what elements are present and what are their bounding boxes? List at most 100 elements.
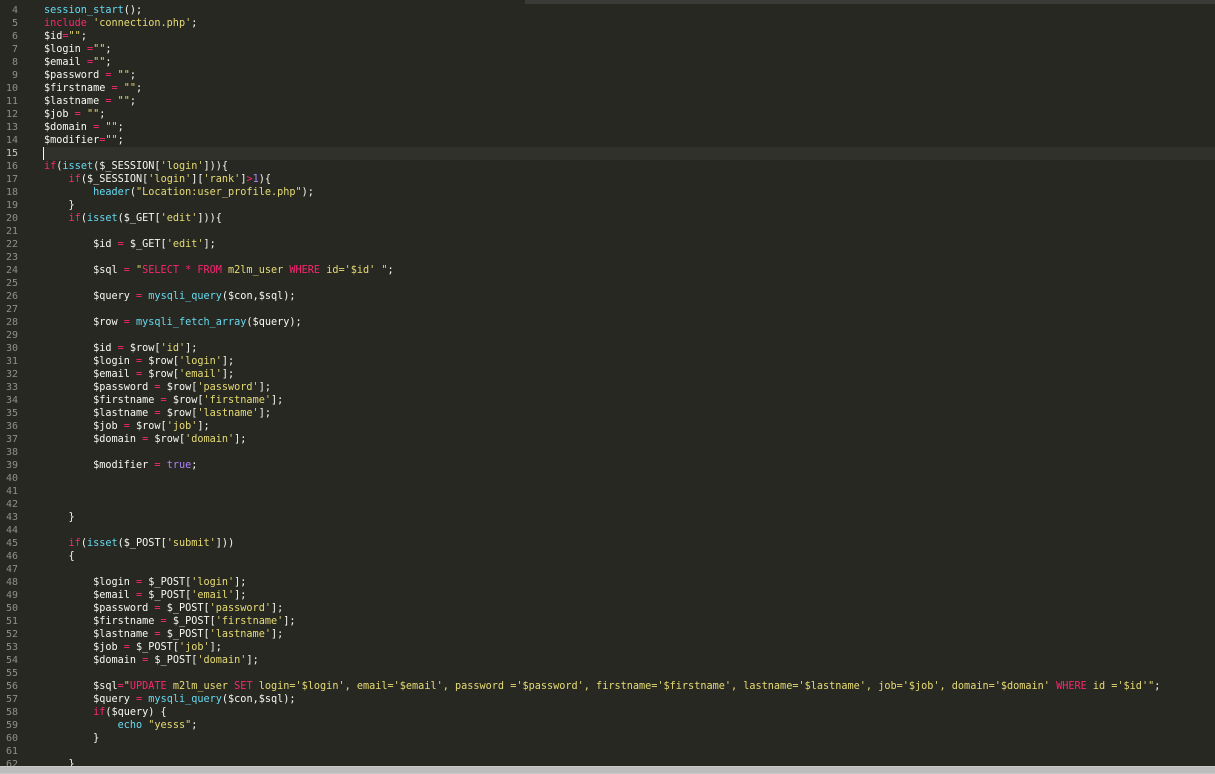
code-line[interactable]: $domain = "";	[44, 121, 1215, 134]
code-token: 'edit'	[166, 239, 204, 250]
code-line[interactable]: $query = mysqli_query($con,$sql);	[44, 693, 1215, 706]
code-line[interactable]: }	[44, 732, 1215, 745]
code-token: $query	[44, 694, 137, 705]
horizontal-scrollbar[interactable]	[0, 766, 1215, 774]
code-line[interactable]	[44, 446, 1215, 459]
code-token: mysqli_query	[148, 291, 222, 302]
code-line[interactable]: $domain = $row['domain'];	[44, 433, 1215, 446]
code-line[interactable]	[44, 667, 1215, 680]
code-token: WHERE	[1056, 681, 1093, 692]
line-number: 45	[5, 538, 18, 549]
code-line[interactable]	[44, 225, 1215, 238]
code-line[interactable]: $firstname = $_POST['firstname'];	[44, 615, 1215, 628]
code-line[interactable]: }	[44, 758, 1215, 766]
line-number: 10	[5, 83, 18, 94]
code-token: $row[	[172, 395, 204, 406]
code-token: =	[93, 122, 106, 133]
scrollbar-thumb[interactable]	[0, 767, 1215, 773]
code-line[interactable]: $id = $_GET['edit'];	[44, 238, 1215, 251]
code-line[interactable]	[44, 251, 1215, 264]
line-number: 13	[5, 122, 18, 133]
code-editor[interactable]: 4 5 6 7 8 9 10 11 12 13 14 15 16 17 18 19 20 21 22 23 24 25 26…	[0, 4, 1215, 766]
code-token: ;	[136, 83, 143, 94]
code-line[interactable]	[44, 472, 1215, 485]
code-token: ];	[203, 239, 216, 250]
code-token: mysqli_query	[148, 694, 222, 705]
code-line[interactable]: $sql = "SELECT * FROM m2lm_user WHERE id…	[44, 264, 1215, 277]
code-line[interactable]: if($_SESSION['login']['rank']>1){	[44, 173, 1215, 186]
code-token: $query	[44, 291, 137, 302]
code-line[interactable]	[44, 329, 1215, 342]
line-number: 4	[11, 5, 18, 16]
code-line[interactable]	[44, 745, 1215, 758]
code-line[interactable]: $domain = $_POST['domain'];	[44, 654, 1215, 667]
code-token: $password	[44, 70, 106, 81]
code-line[interactable]	[44, 485, 1215, 498]
code-token: $row[	[129, 343, 161, 354]
code-line[interactable]: $password = $row['password'];	[44, 381, 1215, 394]
code-line[interactable]: session_start();	[44, 4, 1215, 17]
code-token: ){	[258, 174, 272, 185]
code-line[interactable]: $id="";	[44, 30, 1215, 43]
code-token: ];	[246, 655, 259, 666]
code-line[interactable]: $password = $_POST['password'];	[44, 602, 1215, 615]
code-token: include	[44, 18, 94, 29]
code-line[interactable]: }	[44, 199, 1215, 212]
code-line[interactable]: $sql="UPDATE m2lm_user SET login='$login…	[44, 680, 1215, 693]
line-number: 26	[5, 291, 18, 302]
code-token: if	[68, 213, 81, 224]
line-number: 56	[5, 681, 18, 692]
code-line[interactable]: $email ="";	[44, 56, 1215, 69]
code-line[interactable]: if(isset($_SESSION['login'])){	[44, 160, 1215, 173]
code-line[interactable]	[44, 524, 1215, 537]
code-line[interactable]: $lastname = $_POST['lastname'];	[44, 628, 1215, 641]
code-line[interactable]: if(isset($_POST['submit']))	[44, 537, 1215, 550]
code-token: $row[	[136, 421, 167, 432]
code-line[interactable]: $lastname = $row['lastname'];	[44, 407, 1215, 420]
code-line[interactable]: header("Location:user_profile.php");	[44, 186, 1215, 199]
line-number: 50	[5, 603, 18, 614]
code-line[interactable]	[44, 498, 1215, 511]
code-line[interactable]: $job = $row['job'];	[44, 420, 1215, 433]
code-token: $email	[44, 57, 87, 68]
code-line[interactable]: $id = $row['id'];	[44, 342, 1215, 355]
code-line[interactable]: $firstname = $row['firstname'];	[44, 394, 1215, 407]
code-line[interactable]: $lastname = "";	[44, 95, 1215, 108]
code-line[interactable]: $password = "";	[44, 69, 1215, 82]
code-line[interactable]: echo "yesss";	[44, 719, 1215, 732]
code-token: =	[136, 694, 149, 705]
code-line[interactable]: $login = $row['login'];	[44, 355, 1215, 368]
code-line[interactable]	[44, 563, 1215, 576]
code-line[interactable]: $firstname = "";	[44, 82, 1215, 95]
code-line[interactable]: }	[44, 511, 1215, 524]
code-token: UPDATE	[129, 681, 173, 692]
code-line[interactable]: $email = $row['email'];	[44, 368, 1215, 381]
code-line[interactable]: $login = $_POST['login'];	[44, 576, 1215, 589]
code-token: ];	[270, 629, 284, 640]
code-line[interactable]: {	[44, 550, 1215, 563]
code-line[interactable]	[44, 277, 1215, 290]
code-token: }	[44, 759, 75, 766]
code-token: ])){	[197, 213, 222, 224]
code-line[interactable]: $modifier = true;	[44, 459, 1215, 472]
code-line[interactable]: $job = $_POST['job'];	[44, 641, 1215, 654]
code-line[interactable]: $modifier="";	[44, 134, 1215, 147]
code-line[interactable]: if($query) {	[44, 706, 1215, 719]
code-line[interactable]: $login ="";	[44, 43, 1215, 56]
line-number: 5	[11, 18, 18, 29]
code-line[interactable]: $email = $_POST['email'];	[44, 589, 1215, 602]
code-token: ($con,$sql);	[221, 694, 296, 705]
code-line[interactable]: include 'connection.php';	[44, 17, 1215, 30]
code-line[interactable]	[44, 303, 1215, 316]
code-token: if	[93, 707, 106, 718]
code-area[interactable]: session_start(); include 'connection.php'…	[44, 4, 1215, 766]
code-line[interactable]: if(isset($_GET['edit'])){	[44, 212, 1215, 225]
line-number: 16	[5, 161, 18, 172]
code-token: =	[123, 317, 137, 328]
code-line[interactable]	[44, 147, 1215, 160]
code-line[interactable]: $query = mysqli_query($con,$sql);	[44, 290, 1215, 303]
code-line[interactable]: $job = "";	[44, 108, 1215, 121]
line-number: 55	[5, 668, 18, 679]
code-line[interactable]: $row = mysqli_fetch_array($query);	[44, 316, 1215, 329]
